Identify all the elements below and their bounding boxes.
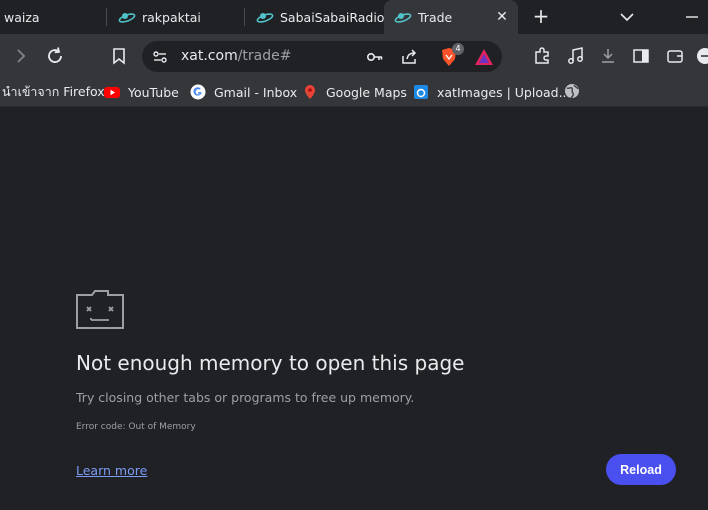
minimize-icon[interactable]	[680, 6, 704, 28]
bookmarks-bar: นำเข้าจาก Firefox YouTube Gmail - Inbox …	[0, 78, 708, 107]
bookmark-label: นำเข้าจาก Firefox	[2, 84, 105, 99]
wallet-icon[interactable]	[664, 45, 686, 67]
reload-icon[interactable]	[44, 45, 66, 67]
bookmark-label: YouTube	[128, 84, 179, 100]
error-title: Not enough memory to open this page	[76, 351, 465, 375]
sad-folder-icon	[76, 290, 124, 329]
menu-icon[interactable]	[694, 45, 708, 67]
globe-icon[interactable]	[564, 83, 580, 99]
chevron-down-icon[interactable]	[618, 8, 636, 26]
xat-icon	[414, 85, 428, 99]
site-settings-icon[interactable]	[152, 49, 168, 65]
share-icon[interactable]	[400, 48, 418, 66]
xat-favicon-icon	[118, 13, 136, 23]
xat-favicon-icon	[394, 13, 412, 23]
bookmark-label: xatImages | Upload...	[437, 84, 571, 100]
download-icon[interactable]	[597, 45, 619, 67]
brave-shields-badge: 4	[452, 43, 464, 55]
url-path: /trade#	[237, 48, 292, 64]
tab-separator	[106, 8, 107, 26]
forward-icon[interactable]	[10, 45, 32, 67]
tab-label: waiza	[4, 9, 40, 25]
bookmark-gmail[interactable]: Gmail - Inbox	[190, 83, 297, 101]
tab-rakpaktai[interactable]: rakpaktai	[118, 0, 201, 34]
bookmark-icon[interactable]	[108, 45, 130, 67]
bookmark-import-firefox[interactable]: นำเข้าจาก Firefox	[2, 83, 105, 101]
error-code: Error code: Out of Memory	[76, 422, 196, 432]
youtube-icon	[104, 87, 120, 98]
url-text: xat.com/trade#	[181, 48, 292, 64]
learn-more-link[interactable]: Learn more	[76, 463, 147, 478]
extensions-icon[interactable]	[531, 45, 553, 67]
tab-label: rakpaktai	[142, 9, 201, 25]
error-page: Not enough memory to open this page Try …	[0, 107, 708, 510]
bookmark-label: Gmail - Inbox	[214, 84, 298, 100]
bookmark-label: Google Maps	[326, 84, 407, 100]
tab-trade[interactable]: Trade ✕	[384, 0, 518, 34]
bookmark-google-maps[interactable]: Google Maps	[302, 83, 407, 101]
sidebar-icon[interactable]	[630, 45, 652, 67]
xat-favicon-icon	[256, 13, 274, 23]
key-icon[interactable]	[366, 48, 384, 66]
tab-sabaisabairadio[interactable]: SabaiSabaiRadio	[256, 0, 384, 34]
brave-rewards-icon[interactable]	[474, 48, 494, 66]
tab-label: Trade	[418, 9, 453, 25]
browser-toolbar: xat.com/trade# 4	[0, 34, 708, 78]
maps-icon	[305, 85, 315, 99]
music-icon[interactable]	[565, 45, 587, 67]
tab-waiza[interactable]: waiza	[4, 0, 40, 34]
bookmark-youtube[interactable]: YouTube	[104, 83, 179, 101]
tab-strip: waiza rakpaktai SabaiSabaiRadio Trade ✕ …	[0, 0, 708, 34]
address-bar[interactable]: xat.com/trade# 4	[142, 41, 502, 72]
tab-separator	[244, 8, 245, 26]
close-tab-icon[interactable]: ✕	[494, 9, 510, 25]
url-host: xat.com	[181, 48, 238, 64]
tab-label: SabaiSabaiRadio	[280, 9, 385, 25]
error-message: Try closing other tabs or programs to fr…	[76, 390, 415, 405]
reload-button[interactable]: Reload	[606, 454, 676, 485]
bookmark-xatimages[interactable]: xatImages | Upload...	[413, 83, 571, 101]
google-icon	[190, 84, 206, 100]
new-tab-button[interactable]: +	[530, 6, 552, 28]
